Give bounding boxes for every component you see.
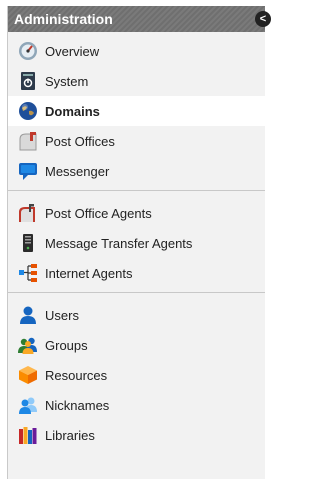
sidebar-item-label: Groups [45,337,88,353]
sidebar-item-label: Nicknames [45,397,110,413]
sidebar-title: Administration [14,11,113,27]
sidebar-item-label: Message Transfer Agents [45,235,193,251]
divider [8,190,265,191]
network-icon [18,263,38,283]
sidebar-item-label: Libraries [45,427,95,443]
sidebar-item-label: Post Offices [45,133,115,149]
sidebar-item-domains[interactable]: Domains [8,96,265,126]
chat-bubble-icon [18,161,38,181]
sidebar-item-label: Resources [45,367,108,383]
nav-group-agents: Post Office Agents Message Transfer Agen… [8,194,265,290]
sidebar-item-internet-agents[interactable]: Internet Agents [8,258,265,288]
post-office-agent-icon [18,203,38,223]
sidebar-item-label: System [45,73,89,89]
books-icon [18,425,38,445]
server-tower-icon [18,233,38,253]
sidebar-item-label: Internet Agents [45,265,133,281]
user-icon [18,305,38,325]
sidebar-item-label: Post Office Agents [45,205,152,221]
group-icon [18,335,38,355]
admin-frame: Administration < Overview System Domains… [0,0,271,479]
nav-group-directory: Users Groups Resources Nicknames Librari… [8,296,265,452]
sidebar-item-label: Domains [45,103,100,119]
sidebar-item-nicknames[interactable]: Nicknames [8,390,265,420]
sidebar-item-post-office-agents[interactable]: Post Office Agents [8,198,265,228]
globe-icon [18,101,38,121]
admin-sidebar: Administration < Overview System Domains… [7,6,271,479]
sidebar-item-label: Messenger [45,163,110,179]
sidebar-item-label: Overview [45,43,100,59]
sidebar-header: Administration < [8,6,271,32]
divider [8,292,265,293]
sidebar-item-message-transfer-agents[interactable]: Message Transfer Agents [8,228,265,258]
box-icon [18,365,38,385]
sidebar-item-overview[interactable]: Overview [8,36,265,66]
post-office-icon [18,131,38,151]
server-power-icon [18,71,38,91]
nav-group-system: Overview System Domains Post Offices Mes… [8,32,265,188]
sidebar-item-users[interactable]: Users [8,300,265,330]
sidebar-item-groups[interactable]: Groups [8,330,265,360]
collapse-icon[interactable]: < [255,11,271,27]
sidebar-item-messenger[interactable]: Messenger [8,156,265,186]
sidebar-item-post-offices[interactable]: Post Offices [8,126,265,156]
sidebar-item-libraries[interactable]: Libraries [8,420,265,450]
sidebar-item-resources[interactable]: Resources [8,360,265,390]
sidebar-item-system[interactable]: System [8,66,265,96]
nickname-icon [18,395,38,415]
sidebar-item-label: Users [45,307,79,323]
gauge-icon [18,41,38,61]
